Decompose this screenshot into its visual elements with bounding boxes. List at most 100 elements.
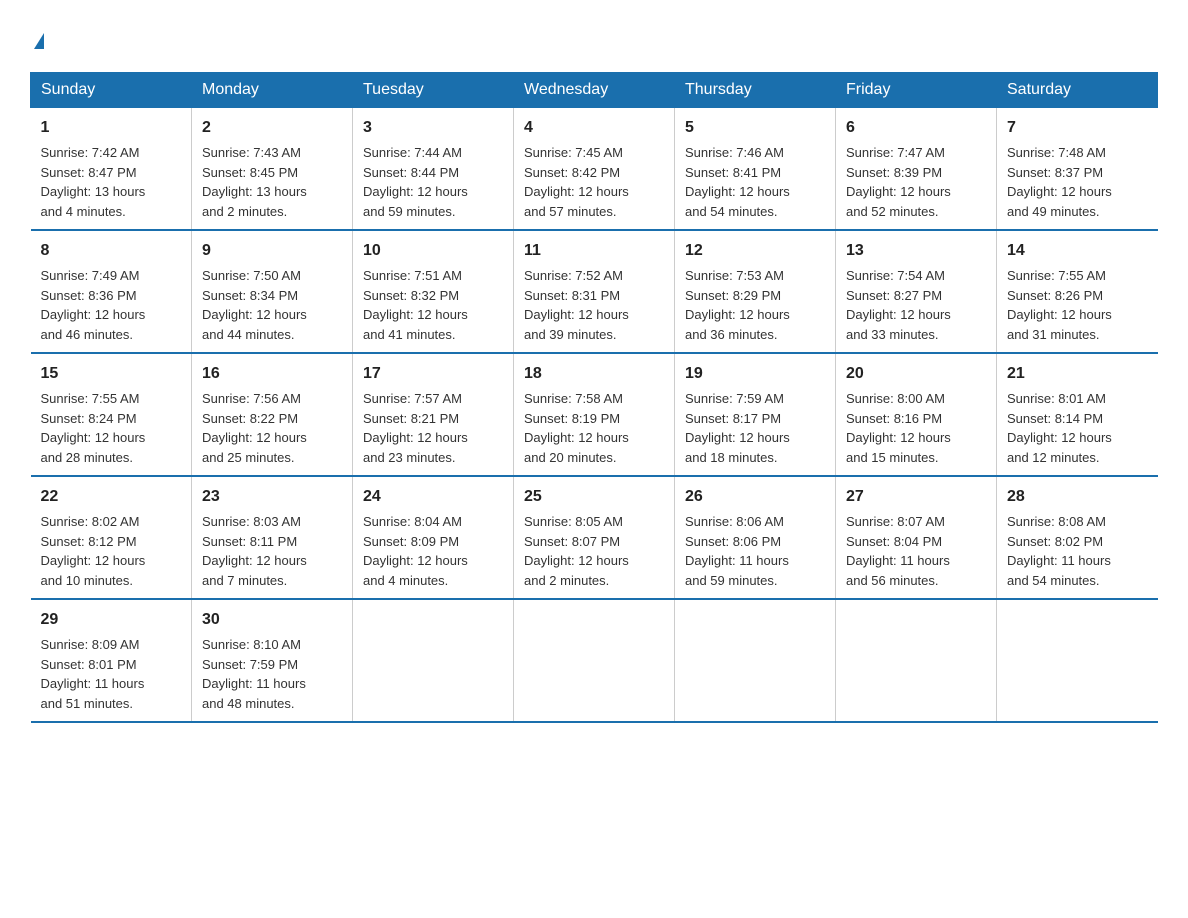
day-number: 30	[202, 608, 342, 632]
day-number: 13	[846, 239, 986, 263]
calendar-cell: 3 Sunrise: 7:44 AMSunset: 8:44 PMDaylight…	[353, 108, 514, 231]
calendar-cell	[353, 599, 514, 722]
day-info: Sunrise: 8:10 AMSunset: 7:59 PMDaylight:…	[202, 635, 342, 713]
day-number: 4	[524, 116, 664, 140]
calendar-cell: 29 Sunrise: 8:09 AMSunset: 8:01 PMDayligh…	[31, 599, 192, 722]
logo-general-text	[30, 20, 44, 52]
day-info: Sunrise: 8:02 AMSunset: 8:12 PMDaylight:…	[41, 512, 182, 590]
calendar-cell: 24Sunrise: 8:04 AMSunset: 8:09 PMDayligh…	[353, 476, 514, 599]
calendar-cell: 20 Sunrise: 8:00 AMSunset: 8:16 PMDayligh…	[836, 353, 997, 476]
day-info: Sunrise: 7:51 AMSunset: 8:32 PMDaylight:…	[363, 266, 503, 344]
day-number: 26	[685, 485, 825, 509]
calendar-cell: 30 Sunrise: 8:10 AMSunset: 7:59 PMDayligh…	[192, 599, 353, 722]
calendar-cell: 27 Sunrise: 8:07 AMSunset: 8:04 PMDayligh…	[836, 476, 997, 599]
weekday-header-wednesday: Wednesday	[514, 73, 675, 108]
calendar-cell: 19Sunrise: 7:59 AMSunset: 8:17 PMDayligh…	[675, 353, 836, 476]
calendar-cell: 14 Sunrise: 7:55 AMSunset: 8:26 PMDayligh…	[997, 230, 1158, 353]
calendar-cell: 8 Sunrise: 7:49 AMSunset: 8:36 PMDaylight…	[31, 230, 192, 353]
day-number: 17	[363, 362, 503, 386]
day-number: 12	[685, 239, 825, 263]
day-info: Sunrise: 7:46 AMSunset: 8:41 PMDaylight:…	[685, 143, 825, 221]
day-number: 7	[1007, 116, 1148, 140]
calendar-cell: 17 Sunrise: 7:57 AMSunset: 8:21 PMDayligh…	[353, 353, 514, 476]
day-info: Sunrise: 7:50 AMSunset: 8:34 PMDaylight:…	[202, 266, 342, 344]
day-number: 3	[363, 116, 503, 140]
day-number: 6	[846, 116, 986, 140]
calendar-cell: 1 Sunrise: 7:42 AMSunset: 8:47 PMDaylight…	[31, 108, 192, 231]
day-info: Sunrise: 7:53 AMSunset: 8:29 PMDaylight:…	[685, 266, 825, 344]
day-number: 27	[846, 485, 986, 509]
day-number: 8	[41, 239, 182, 263]
calendar-cell	[997, 599, 1158, 722]
day-number: 2	[202, 116, 342, 140]
day-info: Sunrise: 7:49 AMSunset: 8:36 PMDaylight:…	[41, 266, 182, 344]
day-info: Sunrise: 7:56 AMSunset: 8:22 PMDaylight:…	[202, 389, 342, 467]
calendar-header: SundayMondayTuesdayWednesdayThursdayFrid…	[31, 73, 1158, 108]
calendar-cell: 18Sunrise: 7:58 AMSunset: 8:19 PMDayligh…	[514, 353, 675, 476]
calendar-cell: 15 Sunrise: 7:55 AMSunset: 8:24 PMDayligh…	[31, 353, 192, 476]
weekday-header-friday: Friday	[836, 73, 997, 108]
day-info: Sunrise: 7:44 AMSunset: 8:44 PMDaylight:…	[363, 143, 503, 221]
day-number: 22	[41, 485, 182, 509]
day-info: Sunrise: 8:04 AMSunset: 8:09 PMDaylight:…	[363, 512, 503, 590]
day-number: 1	[41, 116, 182, 140]
day-number: 11	[524, 239, 664, 263]
day-info: Sunrise: 7:55 AMSunset: 8:24 PMDaylight:…	[41, 389, 182, 467]
day-info: Sunrise: 8:07 AMSunset: 8:04 PMDaylight:…	[846, 512, 986, 590]
day-number: 9	[202, 239, 342, 263]
day-info: Sunrise: 7:47 AMSunset: 8:39 PMDaylight:…	[846, 143, 986, 221]
calendar-table: SundayMondayTuesdayWednesdayThursdayFrid…	[30, 72, 1158, 723]
calendar-cell	[836, 599, 997, 722]
day-number: 5	[685, 116, 825, 140]
day-number: 10	[363, 239, 503, 263]
day-info: Sunrise: 8:03 AMSunset: 8:11 PMDaylight:…	[202, 512, 342, 590]
day-info: Sunrise: 7:42 AMSunset: 8:47 PMDaylight:…	[41, 143, 182, 221]
logo	[30, 20, 44, 52]
day-info: Sunrise: 8:08 AMSunset: 8:02 PMDaylight:…	[1007, 512, 1148, 590]
day-number: 21	[1007, 362, 1148, 386]
day-info: Sunrise: 7:55 AMSunset: 8:26 PMDaylight:…	[1007, 266, 1148, 344]
day-number: 20	[846, 362, 986, 386]
day-info: Sunrise: 8:01 AMSunset: 8:14 PMDaylight:…	[1007, 389, 1148, 467]
calendar-cell: 23 Sunrise: 8:03 AMSunset: 8:11 PMDayligh…	[192, 476, 353, 599]
day-number: 23	[202, 485, 342, 509]
weekday-header-row: SundayMondayTuesdayWednesdayThursdayFrid…	[31, 73, 1158, 108]
calendar-cell: 4 Sunrise: 7:45 AMSunset: 8:42 PMDaylight…	[514, 108, 675, 231]
calendar-cell: 7 Sunrise: 7:48 AMSunset: 8:37 PMDaylight…	[997, 108, 1158, 231]
week-row-1: 8 Sunrise: 7:49 AMSunset: 8:36 PMDaylight…	[31, 230, 1158, 353]
day-info: Sunrise: 7:54 AMSunset: 8:27 PMDaylight:…	[846, 266, 986, 344]
day-info: Sunrise: 8:05 AMSunset: 8:07 PMDaylight:…	[524, 512, 664, 590]
calendar-cell: 28Sunrise: 8:08 AMSunset: 8:02 PMDayligh…	[997, 476, 1158, 599]
day-number: 15	[41, 362, 182, 386]
calendar-cell: 10 Sunrise: 7:51 AMSunset: 8:32 PMDayligh…	[353, 230, 514, 353]
weekday-header-thursday: Thursday	[675, 73, 836, 108]
weekday-header-saturday: Saturday	[997, 73, 1158, 108]
calendar-cell	[514, 599, 675, 722]
day-info: Sunrise: 7:45 AMSunset: 8:42 PMDaylight:…	[524, 143, 664, 221]
calendar-cell: 6 Sunrise: 7:47 AMSunset: 8:39 PMDaylight…	[836, 108, 997, 231]
day-info: Sunrise: 7:43 AMSunset: 8:45 PMDaylight:…	[202, 143, 342, 221]
calendar-cell: 21 Sunrise: 8:01 AMSunset: 8:14 PMDayligh…	[997, 353, 1158, 476]
day-number: 14	[1007, 239, 1148, 263]
calendar-cell: 11 Sunrise: 7:52 AMSunset: 8:31 PMDayligh…	[514, 230, 675, 353]
calendar-cell: 9 Sunrise: 7:50 AMSunset: 8:34 PMDaylight…	[192, 230, 353, 353]
day-number: 29	[41, 608, 182, 632]
calendar-cell: 22 Sunrise: 8:02 AMSunset: 8:12 PMDayligh…	[31, 476, 192, 599]
weekday-header-monday: Monday	[192, 73, 353, 108]
day-info: Sunrise: 8:06 AMSunset: 8:06 PMDaylight:…	[685, 512, 825, 590]
weekday-header-sunday: Sunday	[31, 73, 192, 108]
calendar-cell	[675, 599, 836, 722]
week-row-4: 29 Sunrise: 8:09 AMSunset: 8:01 PMDayligh…	[31, 599, 1158, 722]
day-info: Sunrise: 8:09 AMSunset: 8:01 PMDaylight:…	[41, 635, 182, 713]
day-info: Sunrise: 8:00 AMSunset: 8:16 PMDaylight:…	[846, 389, 986, 467]
weekday-header-tuesday: Tuesday	[353, 73, 514, 108]
day-info: Sunrise: 7:48 AMSunset: 8:37 PMDaylight:…	[1007, 143, 1148, 221]
week-row-0: 1 Sunrise: 7:42 AMSunset: 8:47 PMDaylight…	[31, 108, 1158, 231]
week-row-2: 15 Sunrise: 7:55 AMSunset: 8:24 PMDayligh…	[31, 353, 1158, 476]
calendar-cell: 2 Sunrise: 7:43 AMSunset: 8:45 PMDaylight…	[192, 108, 353, 231]
calendar-cell: 5 Sunrise: 7:46 AMSunset: 8:41 PMDaylight…	[675, 108, 836, 231]
day-info: Sunrise: 7:57 AMSunset: 8:21 PMDaylight:…	[363, 389, 503, 467]
day-number: 16	[202, 362, 342, 386]
day-info: Sunrise: 7:58 AMSunset: 8:19 PMDaylight:…	[524, 389, 664, 467]
day-info: Sunrise: 7:52 AMSunset: 8:31 PMDaylight:…	[524, 266, 664, 344]
